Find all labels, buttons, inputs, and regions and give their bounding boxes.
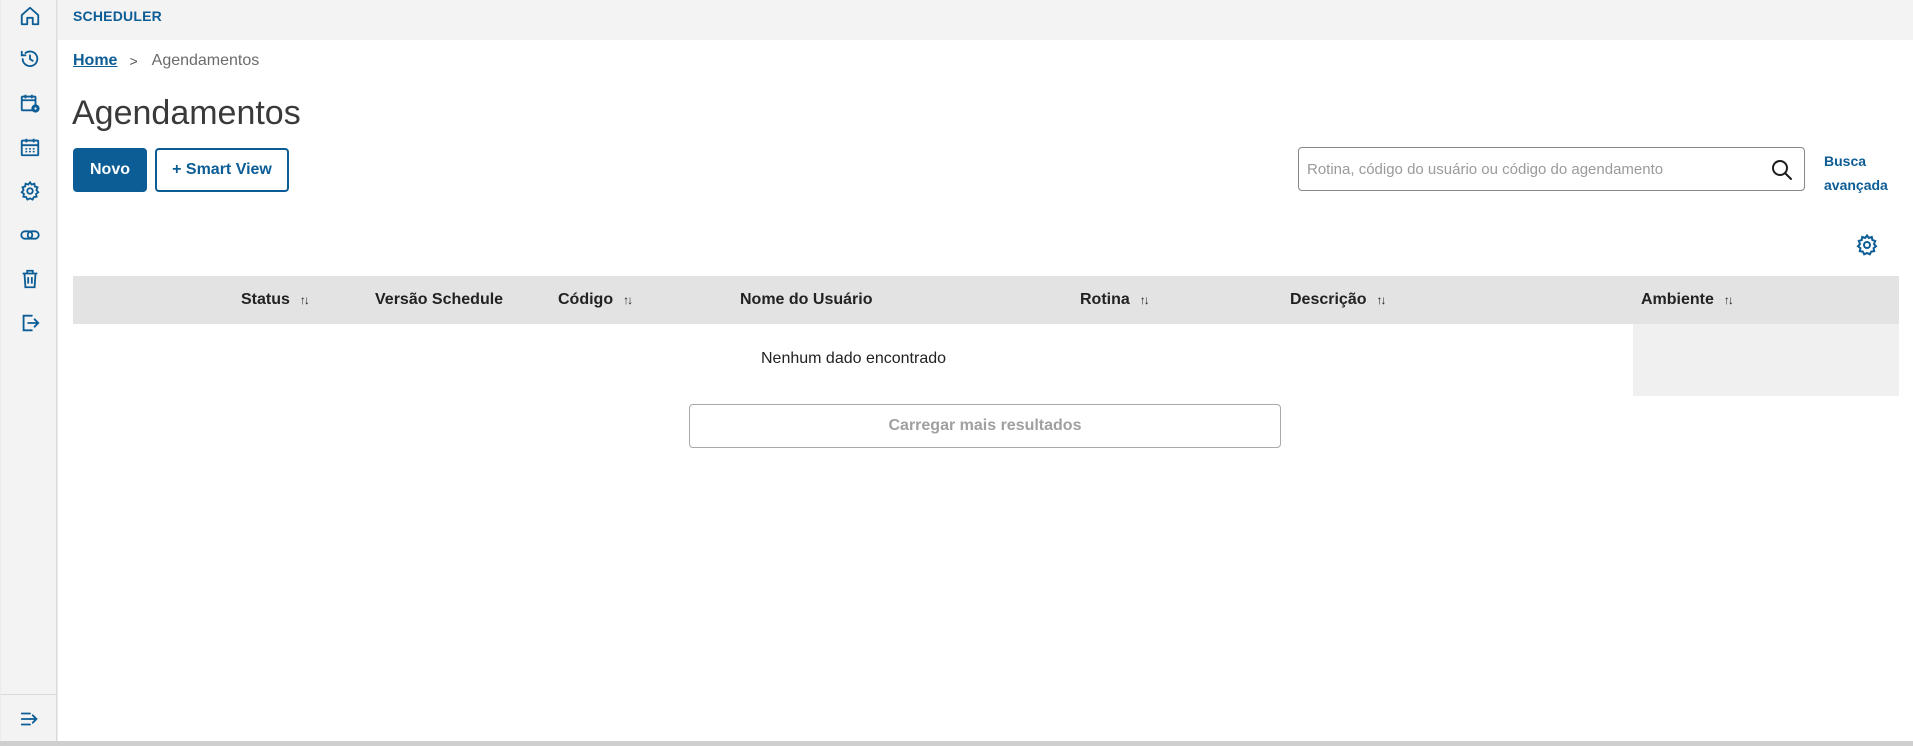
column-header-status[interactable]: Status ↑↓	[241, 276, 310, 324]
column-header-nome-usuario[interactable]: Nome do Usuário	[740, 276, 872, 324]
table-header: Status ↑↓ Versão Schedule Código ↑↓ Nome…	[73, 276, 1899, 324]
sort-arrows-icon: ↑↓	[1723, 293, 1734, 307]
calendar-icon[interactable]	[18, 135, 42, 159]
search-input[interactable]	[1307, 156, 1757, 182]
main-content: Home > Agendamentos Agendamentos Novo + …	[58, 40, 1913, 741]
breadcrumb-home-link[interactable]: Home	[73, 52, 117, 70]
sort-arrows-icon: ↑↓	[299, 293, 310, 307]
column-label: Descrição	[1290, 291, 1367, 308]
smart-view-button[interactable]: + Smart View	[155, 148, 289, 192]
sidebar	[1, 0, 57, 741]
column-label: Status	[241, 291, 290, 308]
home-icon[interactable]	[18, 4, 42, 28]
sort-arrows-icon: ↑↓	[1376, 293, 1387, 307]
column-label: Rotina	[1080, 291, 1130, 308]
search-icon[interactable]	[1770, 158, 1794, 182]
chevron-right-icon: >	[129, 53, 138, 69]
column-header-ambiente[interactable]: Ambiente ↑↓	[1641, 276, 1734, 324]
breadcrumb-current: Agendamentos	[151, 52, 260, 69]
column-header-versao-schedule[interactable]: Versão Schedule	[375, 276, 503, 324]
bottom-border	[0, 741, 1913, 746]
link-icon[interactable]	[18, 223, 42, 247]
column-header-codigo[interactable]: Código ↑↓	[558, 276, 633, 324]
sort-arrows-icon: ↑↓	[1139, 293, 1150, 307]
empty-message: Nenhum dado encontrado	[761, 350, 947, 367]
breadcrumb: Home > Agendamentos	[73, 52, 259, 70]
table-settings-gear-icon[interactable]	[1855, 233, 1879, 257]
sidebar-divider	[1, 694, 57, 695]
search-box	[1298, 147, 1805, 191]
column-label: Nome do Usuário	[740, 291, 873, 308]
calendar-settings-icon[interactable]	[18, 91, 42, 115]
trash-icon[interactable]	[18, 267, 42, 291]
table-empty-row: Nenhum dado encontrado	[73, 324, 1899, 396]
column-label: Código	[558, 291, 614, 308]
sort-arrows-icon: ↑↓	[623, 293, 633, 307]
new-button[interactable]: Novo	[73, 148, 147, 192]
logout-icon[interactable]	[18, 311, 42, 335]
column-header-rotina[interactable]: Rotina ↑↓	[1080, 276, 1150, 324]
column-label: Ambiente	[1641, 291, 1714, 308]
column-header-descricao[interactable]: Descrição ↑↓	[1290, 276, 1387, 324]
expand-menu-icon[interactable]	[18, 707, 42, 731]
history-icon[interactable]	[18, 47, 42, 71]
actions-column-cell	[1633, 324, 1899, 396]
load-more-button[interactable]: Carregar mais resultados	[689, 404, 1281, 448]
column-label: Versão Schedule	[375, 291, 504, 308]
gear-icon[interactable]	[18, 179, 42, 203]
app-name: SCHEDULER	[73, 8, 162, 24]
app-topbar: SCHEDULER	[58, 0, 1913, 40]
page-title: Agendamentos	[72, 94, 301, 132]
advanced-search-link[interactable]: Busca avançada	[1824, 149, 1894, 197]
